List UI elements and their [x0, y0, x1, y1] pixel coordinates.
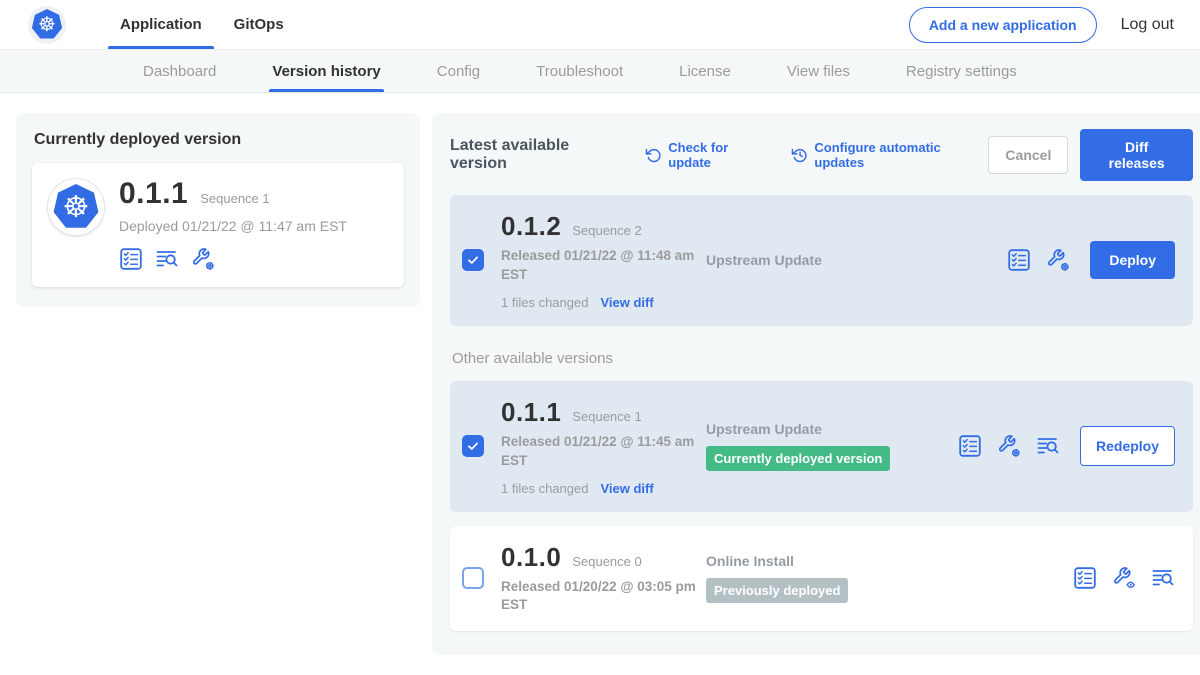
deployed-version-card: ☸ 0.1.1 Sequence 1 Deployed 01/21/22 @ 1…	[32, 163, 404, 287]
kubernetes-logo-icon: ☸	[28, 6, 66, 44]
version-actions: Deploy	[1007, 241, 1175, 279]
view-files-icon[interactable]	[155, 247, 179, 271]
version-row-0-1-2: 0.1.2 Sequence 2 Released 01/21/22 @ 11:…	[450, 195, 1193, 326]
check-icon	[466, 253, 480, 267]
diff-releases-button[interactable]: Diff releases	[1080, 129, 1193, 181]
release-notes-icon[interactable]	[958, 434, 982, 458]
subnav-troubleshoot[interactable]: Troubleshoot	[533, 50, 626, 92]
tab-gitops[interactable]: GitOps	[218, 0, 300, 49]
released-timestamp: Released 01/21/22 @ 11:48 am EST	[501, 247, 697, 285]
schedule-icon	[791, 146, 808, 164]
configure-updates-label: Configure automatic updates	[814, 140, 988, 170]
view-config-icon[interactable]	[1112, 566, 1136, 590]
subnav-view-files[interactable]: View files	[784, 50, 853, 92]
edit-config-icon[interactable]	[191, 247, 215, 271]
other-versions-title: Other available versions	[452, 350, 1191, 367]
refresh-icon	[645, 146, 662, 164]
currently-deployed-badge: Currently deployed version	[706, 446, 890, 471]
released-timestamp: Released 01/20/22 @ 03:05 pm EST	[501, 578, 697, 616]
version-checkbox[interactable]	[462, 249, 484, 271]
cancel-button[interactable]: Cancel	[988, 136, 1068, 174]
view-files-icon[interactable]	[1036, 434, 1060, 458]
version-number: 0.1.2	[501, 211, 561, 242]
deployed-version-number: 0.1.1	[119, 177, 188, 211]
version-checkbox[interactable]	[462, 567, 484, 589]
check-icon	[466, 439, 480, 453]
version-number: 0.1.1	[501, 397, 561, 428]
sequence-label: Sequence 2	[572, 223, 641, 238]
sequence-label: Sequence 1	[572, 409, 641, 424]
edit-config-icon[interactable]	[1046, 248, 1070, 272]
kubernetes-helm-icon: ☸	[32, 9, 63, 40]
subnav-license[interactable]: License	[676, 50, 734, 92]
top-nav-right: Add a new application Log out	[909, 7, 1174, 43]
check-for-update-label: Check for update	[668, 140, 771, 170]
version-checkbox[interactable]	[462, 435, 484, 457]
deployed-version-actions	[119, 247, 347, 271]
top-nav-tabs: Application GitOps	[104, 0, 300, 49]
version-source: Upstream Update	[706, 252, 958, 268]
latest-version-header: Latest available version Check for updat…	[450, 129, 1193, 181]
version-actions	[1073, 566, 1175, 590]
deployed-sequence-label: Sequence 1	[200, 191, 269, 206]
top-nav: ☸ Application GitOps Add a new applicati…	[0, 0, 1200, 50]
app-logo: ☸	[48, 179, 104, 235]
tab-application[interactable]: Application	[104, 0, 218, 49]
source-label: Upstream Update	[706, 252, 822, 268]
release-notes-icon[interactable]	[1073, 566, 1097, 590]
subnav-dashboard[interactable]: Dashboard	[140, 50, 219, 92]
currently-deployed-title: Currently deployed version	[34, 131, 402, 149]
currently-deployed-card: Currently deployed version ☸ 0.1.1 Seque…	[16, 113, 420, 307]
view-diff-link[interactable]: View diff	[600, 481, 653, 496]
version-info: 0.1.1 Sequence 1 Released 01/21/22 @ 11:…	[501, 397, 706, 496]
version-actions: Redeploy	[958, 426, 1175, 466]
configure-updates-link[interactable]: Configure automatic updates	[791, 140, 988, 170]
files-changed-label: 1 files changed	[501, 481, 588, 496]
version-row-0-1-0: 0.1.0 Sequence 0 Released 01/20/22 @ 03:…	[450, 526, 1193, 632]
previously-deployed-badge: Previously deployed	[706, 578, 848, 603]
latest-version-title: Latest available version	[450, 137, 625, 173]
view-files-icon[interactable]	[1151, 566, 1175, 590]
view-diff-link[interactable]: View diff	[600, 295, 653, 310]
edit-config-icon[interactable]	[997, 434, 1021, 458]
release-notes-icon[interactable]	[1007, 248, 1031, 272]
source-label: Online Install	[706, 553, 794, 569]
kubernetes-helm-icon: ☸	[53, 184, 99, 230]
deployed-timestamp: Deployed 01/21/22 @ 11:47 am EST	[119, 218, 347, 234]
version-source: Upstream Update Currently deployed versi…	[706, 421, 958, 471]
version-history-panel: Latest available version Check for updat…	[432, 113, 1200, 655]
version-source: Online Install Previously deployed	[706, 553, 958, 603]
files-changed-label: 1 files changed	[501, 295, 588, 310]
deploy-button[interactable]: Deploy	[1090, 241, 1175, 279]
check-for-update-link[interactable]: Check for update	[645, 140, 771, 170]
subnav-version-history[interactable]: Version history	[269, 50, 383, 92]
released-timestamp: Released 01/21/22 @ 11:45 am EST	[501, 433, 697, 471]
logout-link[interactable]: Log out	[1121, 16, 1174, 34]
version-info: 0.1.2 Sequence 2 Released 01/21/22 @ 11:…	[501, 211, 706, 310]
release-notes-icon[interactable]	[119, 247, 143, 271]
subnav-registry-settings[interactable]: Registry settings	[903, 50, 1020, 92]
redeploy-button[interactable]: Redeploy	[1080, 426, 1175, 466]
subnav-config[interactable]: Config	[434, 50, 483, 92]
main-content: Currently deployed version ☸ 0.1.1 Seque…	[0, 93, 1200, 675]
version-number: 0.1.0	[501, 542, 561, 573]
version-row-0-1-1: 0.1.1 Sequence 1 Released 01/21/22 @ 11:…	[450, 381, 1193, 512]
deployed-version-info: 0.1.1 Sequence 1 Deployed 01/21/22 @ 11:…	[119, 177, 347, 271]
source-label: Upstream Update	[706, 421, 822, 437]
add-new-application-button[interactable]: Add a new application	[909, 7, 1097, 43]
sequence-label: Sequence 0	[572, 554, 641, 569]
version-info: 0.1.0 Sequence 0 Released 01/20/22 @ 03:…	[501, 542, 706, 616]
app-sub-nav: Dashboard Version history Config Trouble…	[0, 50, 1200, 93]
